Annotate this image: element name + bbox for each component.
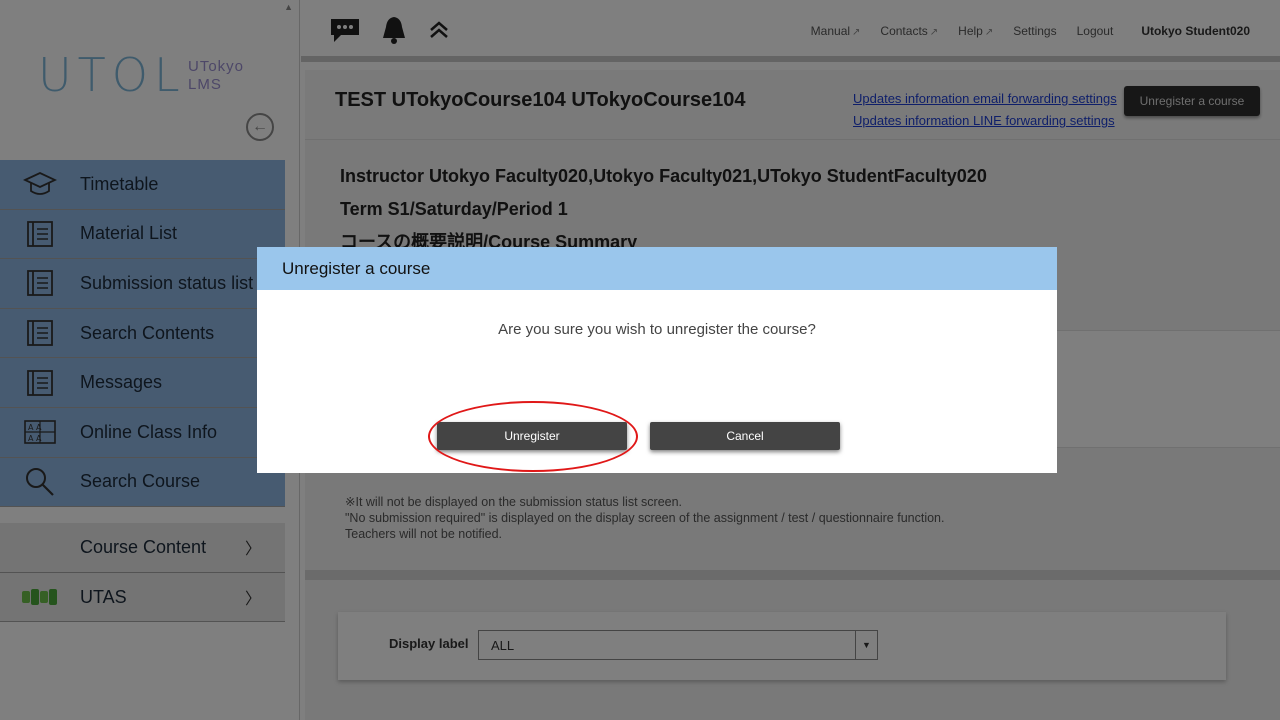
dialog-title: Unregister a course xyxy=(257,247,1057,290)
dialog-message: Are you sure you wish to unregister the … xyxy=(498,321,816,338)
confirm-unregister-button[interactable]: Unregister xyxy=(437,422,627,450)
unregister-dialog: Unregister a course Are you sure you wis… xyxy=(257,247,1057,473)
cancel-button[interactable]: Cancel xyxy=(650,422,840,450)
